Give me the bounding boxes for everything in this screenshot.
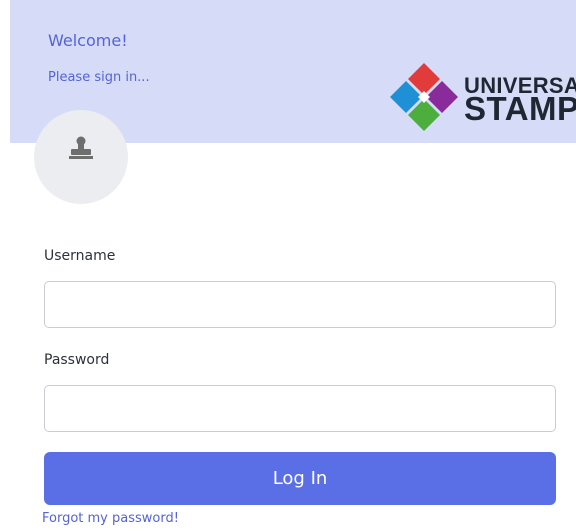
signin-subtitle: Please sign in... <box>48 70 150 85</box>
avatar <box>34 110 128 204</box>
password-input[interactable] <box>44 385 556 432</box>
welcome-title: Welcome! <box>48 31 128 50</box>
universal-stamp-logo: UNIVERSAL STAMP <box>386 61 576 135</box>
stamp-icon <box>69 136 93 159</box>
login-page: Welcome! Please sign in... UNIVERSAL STA… <box>0 0 576 531</box>
username-label: Username <box>44 248 116 264</box>
forgot-password-link[interactable]: Forgot my password! <box>42 511 179 526</box>
logo-text-stamp: STAMP <box>464 90 576 127</box>
username-input[interactable] <box>44 281 556 328</box>
password-label: Password <box>44 352 110 368</box>
universal-stamp-logo-icon <box>390 63 458 131</box>
login-button[interactable]: Log In <box>44 452 556 505</box>
